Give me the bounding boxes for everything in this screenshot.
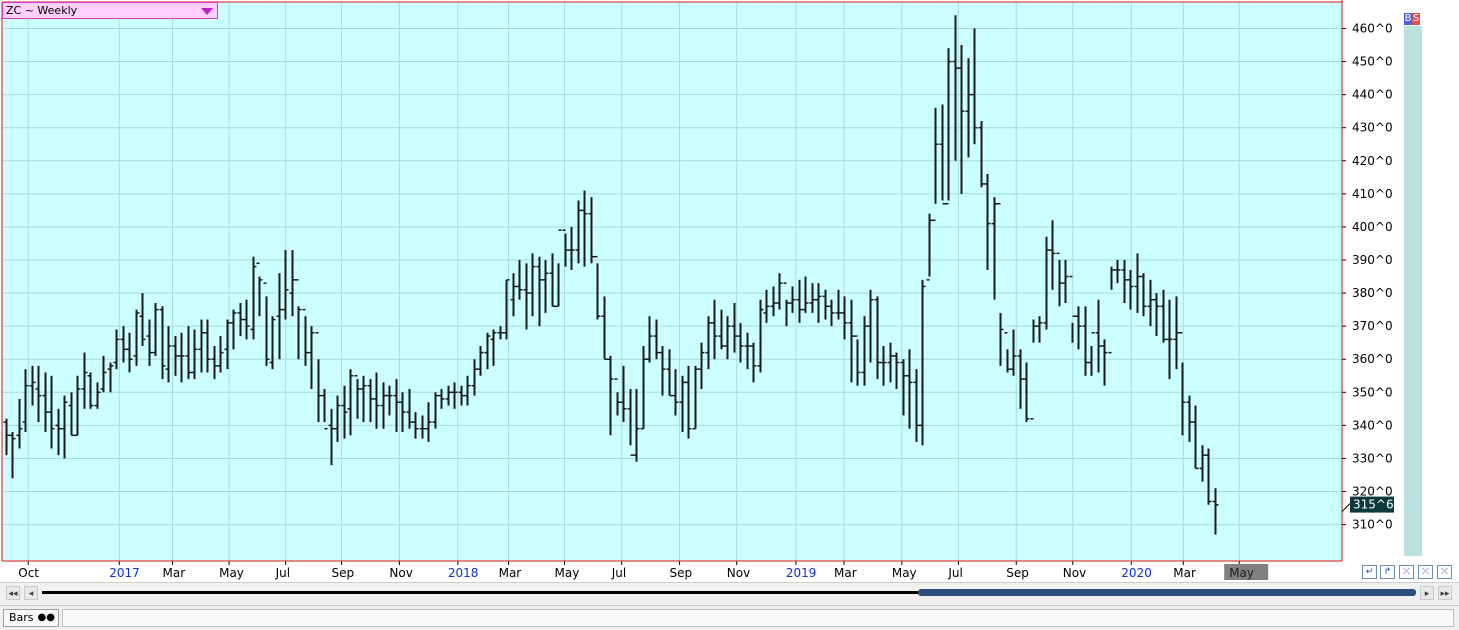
time-tick-label: 2018: [448, 566, 479, 580]
time-tick-label: Nov: [389, 566, 412, 580]
scroll-first-icon[interactable]: ◂◂: [6, 586, 20, 600]
price-tick-label: 370^0: [1352, 319, 1393, 333]
price-axis-background[interactable]: [1342, 0, 1459, 561]
last-price-label: 315^6: [1353, 498, 1394, 512]
time-tick-label: Sep: [332, 566, 355, 580]
time-tick-label: May: [1229, 566, 1254, 580]
time-tick-label: Jul: [611, 566, 626, 580]
price-tick-label: 310^0: [1352, 518, 1393, 532]
time-tick-label: May: [555, 566, 580, 580]
scroll-right-icon[interactable]: ▸: [1420, 586, 1434, 600]
price-tick-label: 360^0: [1352, 352, 1393, 366]
scroll-end-icon[interactable]: ↱: [1380, 565, 1395, 579]
symbol-selector[interactable]: ZC ~ Weekly: [2, 2, 218, 19]
scroll-thumb[interactable]: [918, 589, 1416, 596]
time-tick-label: Jul: [947, 566, 962, 580]
link-rings-icon[interactable]: ●●: [38, 613, 55, 623]
time-tick-label: Mar: [499, 566, 522, 580]
price-tick-label: 340^0: [1352, 418, 1393, 432]
chart-area[interactable]: 310^0 320^0 330^0 340^0 350^0 360^0 370^0 380^0…: [0, 0, 1459, 582]
price-tick-label: 330^0: [1352, 451, 1393, 465]
buy-button[interactable]: B: [1404, 13, 1412, 25]
price-tick-label: 450^0: [1352, 55, 1393, 69]
chart-style-label: Bars: [9, 611, 34, 624]
plot-background[interactable]: [2, 2, 1342, 561]
scroll-last-icon[interactable]: ▸▸: [1438, 586, 1452, 600]
time-tick-label: Mar: [1173, 566, 1196, 580]
chart-style-selector[interactable]: Bars ●●: [3, 609, 59, 627]
time-tick-label: 2017: [109, 566, 140, 580]
time-tick-label: Jul: [275, 566, 290, 580]
symbol-label: ZC ~ Weekly: [6, 4, 78, 17]
price-tick-label: 430^0: [1352, 121, 1393, 135]
status-bar: Bars ●●: [0, 605, 1459, 630]
zoom-out-icon[interactable]: ⤫: [1418, 565, 1433, 579]
price-tick-label: 410^0: [1352, 187, 1393, 201]
price-chart[interactable]: 310^0 320^0 330^0 340^0 350^0 360^0 370^0 380^0…: [0, 0, 1459, 582]
time-tick-label: May: [892, 566, 917, 580]
price-tick-label: 380^0: [1352, 286, 1393, 300]
time-tick-label: Sep: [1006, 566, 1029, 580]
time-tick-label: Sep: [670, 566, 693, 580]
time-tick-label: May: [219, 566, 244, 580]
trade-buttons: BS: [1404, 13, 1420, 25]
time-tick-label: 2019: [786, 566, 817, 580]
dropdown-arrow-icon[interactable]: [201, 8, 213, 15]
price-tick-label: 350^0: [1352, 385, 1393, 399]
status-message-field: [62, 609, 1454, 627]
scroll-start-icon[interactable]: ↵: [1362, 565, 1377, 579]
scroll-left-icon[interactable]: ◂: [24, 586, 38, 600]
price-tick-label: 390^0: [1352, 253, 1393, 267]
price-tick-label: 440^0: [1352, 88, 1393, 102]
fit-icon[interactable]: ⤫: [1437, 565, 1452, 579]
price-tick-label: 420^0: [1352, 154, 1393, 168]
time-tick-label: 2020: [1121, 566, 1152, 580]
price-tick-label: 320^0: [1352, 485, 1393, 499]
price-tick-label: 460^0: [1352, 21, 1393, 35]
time-tick-label: Oct: [18, 566, 39, 580]
time-tick-label: Nov: [1063, 566, 1086, 580]
time-tick-label: Nov: [727, 566, 750, 580]
zoom-in-icon[interactable]: ⤫: [1399, 565, 1414, 579]
time-scrollbar[interactable]: ◂◂ ◂ ▸ ▸▸: [0, 582, 1459, 603]
time-tick-label: Mar: [834, 566, 857, 580]
price-tick-label: 400^0: [1352, 220, 1393, 234]
time-tick-label: Mar: [163, 566, 186, 580]
sell-button[interactable]: S: [1412, 13, 1420, 25]
order-panel-strip[interactable]: [1404, 26, 1422, 556]
